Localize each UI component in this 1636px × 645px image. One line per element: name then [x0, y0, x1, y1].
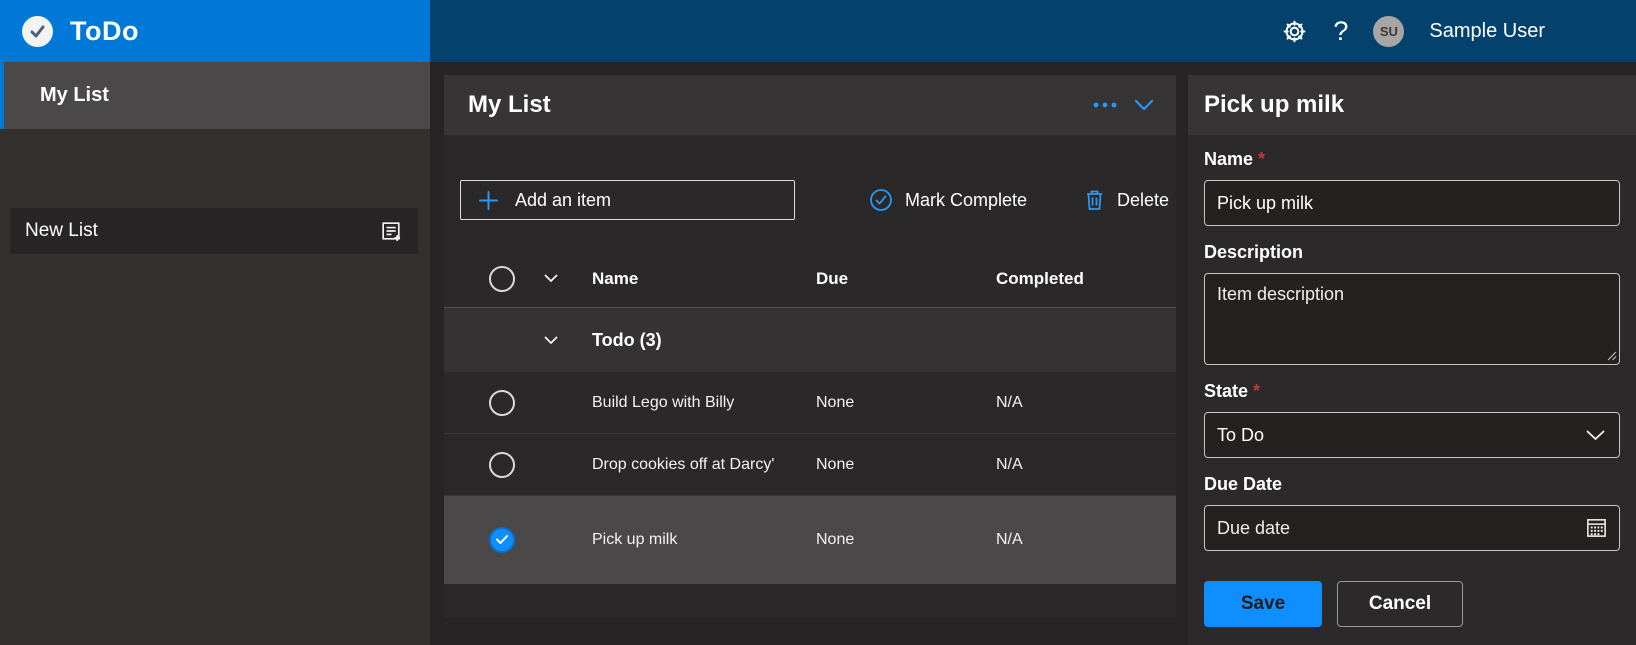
user-name[interactable]: Sample User	[1429, 20, 1545, 43]
detail-title: Pick up milk	[1204, 91, 1344, 119]
new-list-field[interactable]: New List	[10, 208, 418, 254]
group-header-row[interactable]: Todo (3)	[444, 308, 1176, 372]
app-logo	[22, 16, 53, 47]
list-panel: My List Add an item Mark Complete	[444, 75, 1176, 618]
column-header-name[interactable]: Name	[592, 269, 816, 289]
app-header-right: ? SU Sample User	[430, 0, 1636, 62]
description-field-label: Description	[1204, 242, 1620, 263]
state-selected-value: To Do	[1217, 425, 1264, 446]
required-asterisk: *	[1253, 381, 1260, 401]
circle-check-icon	[869, 188, 893, 212]
state-select[interactable]: To Do	[1204, 412, 1620, 458]
detail-panel-header: Pick up milk	[1188, 75, 1636, 135]
row-due: None	[816, 394, 996, 412]
save-button[interactable]: Save	[1204, 581, 1322, 627]
group-label: Todo (3)	[592, 330, 816, 351]
list-toolbar: Add an item Mark Complete Delete	[444, 180, 1176, 220]
expand-all-icon[interactable]	[544, 274, 558, 283]
group-chevron-icon[interactable]	[544, 336, 558, 345]
check-icon	[28, 22, 47, 41]
collapse-panel-icon[interactable]	[1134, 99, 1154, 111]
select-all-checkbox[interactable]	[489, 266, 515, 292]
calendar-icon[interactable]	[1585, 516, 1608, 539]
table-row[interactable]: Build Lego with Billy None N/A	[444, 372, 1176, 434]
table-row[interactable]: Drop cookies off at Darcy' None N/A	[444, 434, 1176, 496]
trash-icon	[1084, 188, 1105, 212]
app-title: ToDo	[70, 16, 139, 47]
mark-complete-button[interactable]: Mark Complete	[869, 180, 1027, 220]
add-item-label: Add an item	[515, 190, 611, 211]
row-name: Build Lego with Billy	[592, 394, 816, 412]
due-date-input[interactable]	[1204, 505, 1620, 551]
list-panel-title: My List	[468, 91, 551, 119]
table-row[interactable]: Pick up milk None N/A	[444, 496, 1176, 584]
list-panel-header: My List	[444, 75, 1176, 135]
mark-complete-label: Mark Complete	[905, 190, 1027, 211]
row-due: None	[816, 531, 996, 549]
app-header-left: ToDo	[0, 0, 430, 62]
required-asterisk: *	[1258, 149, 1265, 169]
cancel-button[interactable]: Cancel	[1337, 581, 1463, 627]
resize-handle-icon[interactable]	[1605, 349, 1617, 361]
column-header-completed[interactable]: Completed	[996, 269, 1176, 289]
sidebar-item-my-list[interactable]: My List	[0, 62, 430, 129]
row-name: Pick up milk	[592, 531, 816, 549]
add-item-button[interactable]: Add an item	[460, 180, 795, 220]
row-checkbox[interactable]	[489, 452, 515, 478]
state-field-label: State*	[1204, 381, 1620, 402]
todo-table: Name Due Completed Todo (3) Build Lego w…	[444, 250, 1176, 584]
add-list-icon[interactable]	[379, 219, 404, 244]
description-textarea[interactable]	[1204, 273, 1620, 365]
chevron-down-icon	[1586, 430, 1605, 441]
row-checkbox[interactable]	[489, 390, 515, 416]
item-detail-panel: Pick up milk Name* Description State* To…	[1188, 75, 1636, 645]
more-options-icon[interactable]	[1092, 101, 1118, 109]
gear-icon	[1281, 18, 1308, 45]
plus-icon	[478, 190, 499, 211]
sidebar-item-label: My List	[40, 84, 109, 107]
row-completed: N/A	[996, 531, 1176, 549]
settings-button[interactable]	[1281, 18, 1308, 45]
delete-button[interactable]: Delete	[1084, 180, 1169, 220]
avatar[interactable]: SU	[1373, 16, 1404, 47]
new-list-label: New List	[25, 220, 98, 242]
name-field-label: Name*	[1204, 149, 1620, 170]
column-header-due[interactable]: Due	[816, 269, 996, 289]
row-name: Drop cookies off at Darcy'	[592, 456, 816, 474]
row-completed: N/A	[996, 456, 1176, 474]
check-icon	[495, 534, 509, 545]
name-input[interactable]	[1204, 180, 1620, 226]
row-checkbox[interactable]	[489, 527, 515, 553]
due-date-field-label: Due Date	[1204, 474, 1620, 495]
table-header-row: Name Due Completed	[444, 250, 1176, 308]
help-icon[interactable]: ?	[1333, 18, 1348, 45]
row-completed: N/A	[996, 394, 1176, 412]
row-due: None	[816, 456, 996, 474]
delete-label: Delete	[1117, 190, 1169, 211]
lists-sidebar: My List New List	[0, 62, 430, 645]
